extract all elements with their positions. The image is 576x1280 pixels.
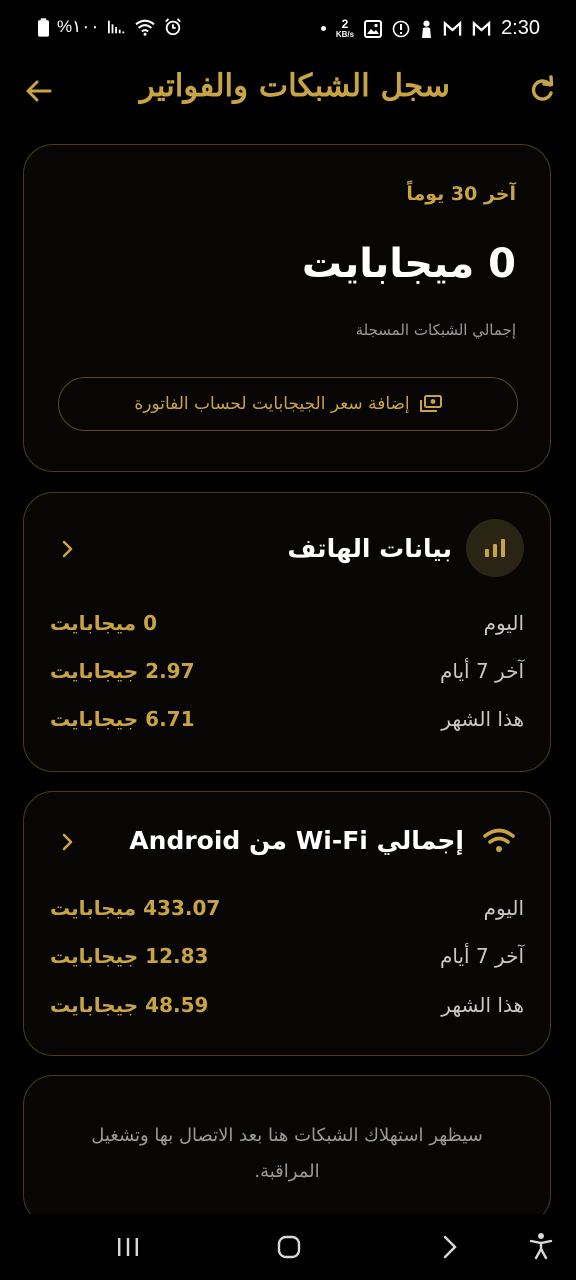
info-circle-icon [392,20,410,37]
wifi-data-card[interactable]: إجمالي Wi-Fi من Android اليوم 433.07 ميج… [23,791,551,1056]
chevron-right-icon[interactable] [60,539,76,559]
person-icon [422,20,432,38]
phone-card-title: بيانات الهاتف [287,533,452,563]
chevron-right-icon[interactable] [60,832,76,852]
phone-data-card[interactable]: بيانات الهاتف اليوم 0 ميجابايت آخر 7 أيا… [23,492,551,772]
system-nav-bar [0,1214,576,1280]
total-subtitle: إجمالي الشبكات المسجلة [355,321,516,339]
row-value: 0 ميجابايت [50,611,158,635]
row-label: هذا الشهر [441,707,524,731]
wifi-row-month: هذا الشهر 48.59 جيجابايت [50,989,524,1029]
wifi-row-7days: آخر 7 أيام 12.83 جيجابايت [50,940,524,980]
status-left: %١٠٠ [38,17,182,37]
phone-row-month: هذا الشهر 6.71 جيجابايت [50,703,524,743]
phone-card-header: بيانات الهاتف [287,518,524,578]
period-label: آخر 30 يوماً [406,183,516,205]
dot-icon [320,26,326,31]
wifi-row-today: اليوم 433.07 ميجابايت [50,892,524,932]
gmail-icon [443,20,462,36]
empty-state-card: سيظهر استهلاك الشبكات هنا بعد الاتصال به… [23,1075,551,1225]
signal-icon [107,20,124,34]
bar-chart-icon [485,539,505,557]
network-speed: 2 KB/s [335,16,355,39]
phone-row-7days: آخر 7 أيام 2.97 جيجابايت [50,655,524,695]
image-icon [364,19,383,38]
app-header: سجل الشبكات والفواتير [0,60,576,120]
battery-percent: %١٠٠ [57,17,100,36]
row-label: آخر 7 أيام [439,659,524,683]
phone-icon-circle [466,519,524,577]
total-usage: 0 ميجابايت [301,241,516,287]
battery-icon [38,17,49,37]
summary-card: آخر 30 يوماً 0 ميجابايت إجمالي الشبكات ا… [23,144,551,472]
row-value: 6.71 جيجابايت [50,707,195,731]
page-title: سجل الشبكات والفواتير [139,68,450,104]
gmail-icon-2 [472,20,491,36]
clock: 2:30 [501,17,540,39]
wifi-status-icon [134,19,155,36]
row-label: اليوم [483,611,524,635]
wifi-card-header: إجمالي Wi-Fi من Android [129,810,524,870]
row-value: 433.07 ميجابايت [50,896,221,920]
cash-icon [419,395,442,412]
alarm-icon [164,18,181,36]
home-icon[interactable] [277,1235,301,1259]
back-nav-icon[interactable] [441,1234,459,1260]
wifi-card-title: إجمالي Wi-Fi من Android [129,825,464,855]
status-right: 2 KB/s 2:30 [320,16,540,40]
phone-row-today: اليوم 0 ميجابايت [50,607,524,647]
row-label: آخر 7 أيام [439,944,524,968]
refresh-icon[interactable] [526,74,558,106]
row-value: 2.97 جيجابايت [50,659,195,683]
status-bar: %١٠٠ 2 KB/s 2:30 [0,0,576,60]
back-arrow-icon[interactable] [22,74,56,108]
row-label: اليوم [483,896,524,920]
row-value: 48.59 جيجابايت [50,993,209,1017]
wifi-icon [483,828,515,852]
accessibility-icon[interactable] [529,1232,553,1260]
add-gb-price-button[interactable]: إضافة سعر الجيجابايت لحساب الفاتورة [58,377,518,431]
recent-apps-icon[interactable] [116,1236,140,1258]
empty-state-text: سيظهر استهلاك الشبكات هنا بعد الاتصال به… [91,1125,483,1182]
row-value: 12.83 جيجابايت [50,944,209,968]
row-label: هذا الشهر [441,993,524,1017]
add-gb-price-label: إضافة سعر الجيجابايت لحساب الفاتورة [134,394,410,414]
